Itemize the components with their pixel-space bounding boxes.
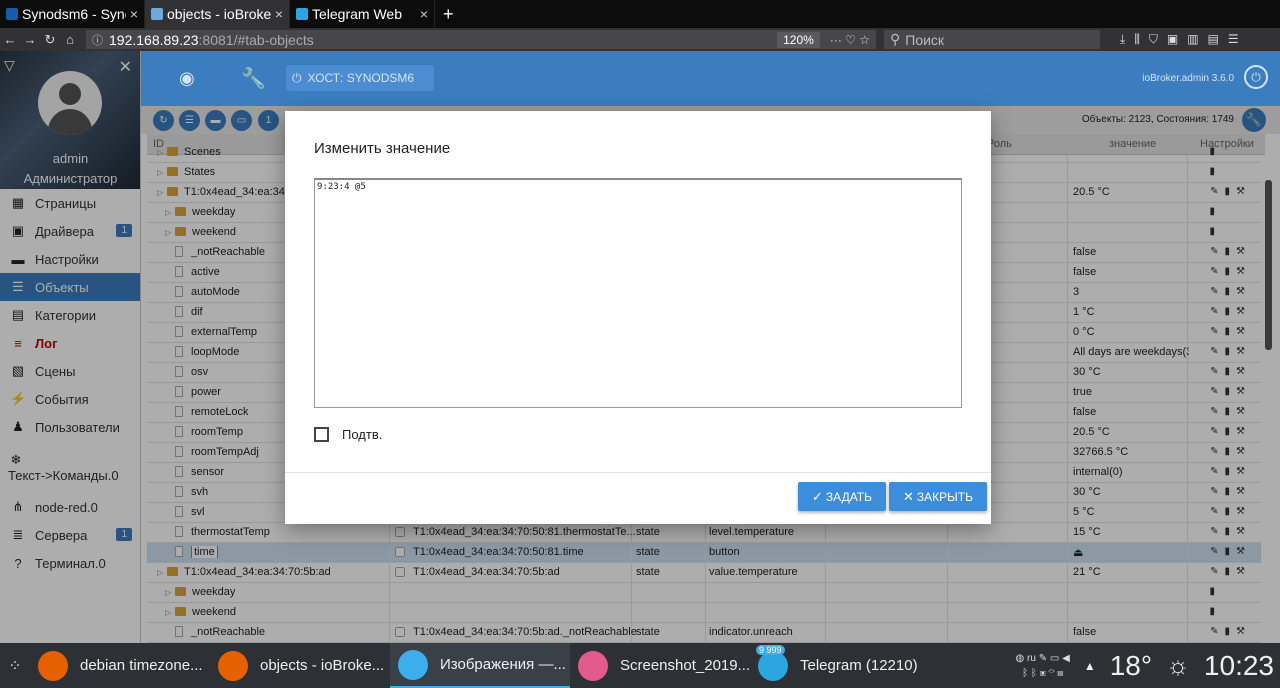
favicon-icon bbox=[6, 8, 18, 20]
clipboard-icon[interactable]: ✎ bbox=[1039, 653, 1047, 664]
version-label: ioBroker.admin 3.6.0 bbox=[1142, 73, 1234, 84]
url-bar[interactable]: ⓘ 192.168.89.23 :8081/#tab-objects 120% … bbox=[86, 30, 876, 49]
library-icon[interactable]: ⫼ bbox=[1134, 32, 1140, 47]
home-icon[interactable]: ⌂ bbox=[60, 32, 80, 47]
clock[interactable]: 10:23 bbox=[1204, 650, 1274, 682]
shield-icon[interactable]: ⛉ bbox=[1149, 32, 1158, 47]
taskbar-item[interactable]: objects - ioBroke... bbox=[210, 643, 390, 688]
wrench-icon[interactable]: 🔧 bbox=[241, 66, 266, 91]
tray-icons: ◍ ru ✎ ▭ ◀ ᛒ ᛒ ▣ ⌔ ▤ bbox=[1016, 651, 1070, 681]
taskbar-item-label: Telegram (12210) bbox=[800, 657, 918, 674]
taskbar-item-label: debian timezone... bbox=[80, 657, 203, 674]
tab-title: Telegram Web bbox=[312, 6, 403, 22]
folder-icon bbox=[398, 649, 428, 680]
bluetooth2-icon[interactable]: ᛒ bbox=[1031, 668, 1037, 679]
notification-badge: 9 999 bbox=[756, 644, 785, 655]
browser-toolbar-icons: ⤓ ⫼ ⛉ ▣ ▥ ▤ ☰ bbox=[1120, 32, 1239, 47]
taskbar-items: debian timezone... objects - ioBroke... Из… bbox=[30, 643, 930, 688]
zoom-level[interactable]: 120% bbox=[777, 31, 820, 48]
volume-icon[interactable]: ◀ bbox=[1062, 653, 1070, 664]
favicon-icon bbox=[151, 8, 163, 20]
back-icon[interactable]: ← bbox=[0, 32, 20, 47]
page-actions-icon[interactable]: ··· ♡ ☆ bbox=[830, 33, 870, 47]
sun-icon[interactable]: ☼ bbox=[1166, 650, 1190, 681]
check-icon: ✓ bbox=[812, 488, 823, 504]
taskbar-item[interactable]: Изображения —... bbox=[390, 643, 570, 688]
container-icon[interactable]: ▤ bbox=[1208, 32, 1219, 47]
app-launcher-icon[interactable]: ⁘ bbox=[0, 656, 30, 676]
tray-expand-icon[interactable]: ▲ bbox=[1084, 659, 1096, 673]
screen: Synodsm6 - Synology×objects - ioBroker×T… bbox=[0, 0, 1280, 688]
screenshot-icon bbox=[578, 650, 608, 681]
search-icon: ⚲ bbox=[890, 31, 901, 47]
taskbar: ⁘ debian timezone... objects - ioBroke...… bbox=[0, 643, 1280, 688]
browser-tab[interactable]: Telegram Web × bbox=[290, 0, 435, 28]
taskbar-item[interactable]: 9 999 Telegram (12210) bbox=[750, 643, 930, 688]
browser-tab-bar: Synodsm6 - Synology×objects - ioBroker×T… bbox=[0, 0, 1280, 28]
menu-icon[interactable]: ☰ bbox=[1228, 32, 1239, 47]
tab-title: Synodsm6 - Synology bbox=[22, 6, 126, 22]
bluetooth-icon[interactable]: ᛒ bbox=[1022, 668, 1028, 679]
dialog-divider bbox=[285, 472, 991, 473]
dialog-title: Изменить значение bbox=[314, 140, 451, 157]
new-tab-icon[interactable]: + bbox=[435, 0, 462, 28]
battery-icon[interactable]: ▭ bbox=[1050, 653, 1059, 664]
system-tray: ◍ ru ✎ ▭ ◀ ᛒ ᛒ ▣ ⌔ ▤ ▲ 18° ☼ 10:23 bbox=[1016, 650, 1280, 682]
ack-checkbox[interactable] bbox=[314, 427, 329, 442]
taskbar-item-label: Изображения —... bbox=[440, 656, 566, 673]
taskbar-item[interactable]: Screenshot_2019... bbox=[570, 643, 750, 688]
favicon-icon bbox=[296, 8, 308, 20]
tab-title: objects - ioBroker bbox=[167, 6, 271, 22]
close-icon: ✕ bbox=[903, 488, 914, 504]
sidebar-icon[interactable]: ▥ bbox=[1187, 32, 1198, 47]
browser-nav-bar: ← → ↻ ⌂ ⓘ 192.168.89.23 :8081/#tab-objec… bbox=[0, 28, 1280, 51]
telegram-icon: 9 999 bbox=[756, 644, 788, 681]
edit-value-dialog: Изменить значение Подтв. ✓ ЗАДАТЬ ✕ ЗАКР… bbox=[285, 111, 991, 524]
weather-temperature[interactable]: 18° bbox=[1110, 650, 1152, 682]
close-tab-icon[interactable]: × bbox=[130, 6, 138, 22]
close-button[interactable]: ✕ ЗАКРЫТЬ bbox=[889, 482, 987, 511]
app-header: ◉ 🔧 ⏻ ХОСТ: SYNODSM6 ioBroker.admin 3.6.… bbox=[141, 51, 1280, 106]
wifi-icon[interactable]: ⌔ bbox=[1048, 668, 1054, 679]
url-path: :8081/#tab-objects bbox=[198, 31, 314, 48]
host-button[interactable]: ⏻ ХОСТ: SYNODSM6 bbox=[286, 65, 434, 91]
browser-tab[interactable]: Synodsm6 - Synology× bbox=[0, 0, 145, 28]
display-icon[interactable]: ▣ bbox=[1040, 668, 1046, 679]
firefox-icon bbox=[218, 650, 248, 681]
modal-backdrop-sidebar[interactable] bbox=[0, 51, 141, 643]
taskbar-item-label: Screenshot_2019... bbox=[620, 657, 750, 674]
close-tab-icon[interactable]: × bbox=[420, 6, 428, 22]
ack-label: Подтв. bbox=[342, 427, 383, 442]
forward-icon[interactable]: → bbox=[20, 32, 40, 47]
power-icon[interactable]: ⏻ bbox=[1244, 65, 1268, 89]
storage-icon[interactable]: ▤ bbox=[1057, 668, 1063, 679]
search-input[interactable]: ⚲ Поиск bbox=[884, 30, 1100, 49]
taskbar-item[interactable]: debian timezone... bbox=[30, 643, 210, 688]
info-icon[interactable]: ⓘ bbox=[92, 32, 103, 48]
taskbar-item-label: objects - ioBroke... bbox=[260, 657, 385, 674]
keyboard-layout[interactable]: ru bbox=[1027, 653, 1036, 664]
value-textarea[interactable] bbox=[314, 178, 962, 408]
firefox-icon bbox=[38, 650, 68, 681]
download-icon[interactable]: ⤓ bbox=[1120, 32, 1125, 47]
network-icon[interactable]: ◍ bbox=[1016, 653, 1025, 664]
eye-icon[interactable]: ◉ bbox=[179, 68, 195, 89]
extension-icon[interactable]: ▣ bbox=[1167, 32, 1178, 47]
url-host: 192.168.89.23 bbox=[109, 31, 199, 48]
reload-icon[interactable]: ↻ bbox=[40, 32, 60, 48]
power-small-icon: ⏻ bbox=[292, 70, 302, 85]
browser-tab[interactable]: objects - ioBroker × bbox=[145, 0, 290, 28]
close-tab-icon[interactable]: × bbox=[275, 6, 283, 22]
set-button[interactable]: ✓ ЗАДАТЬ bbox=[798, 482, 886, 511]
